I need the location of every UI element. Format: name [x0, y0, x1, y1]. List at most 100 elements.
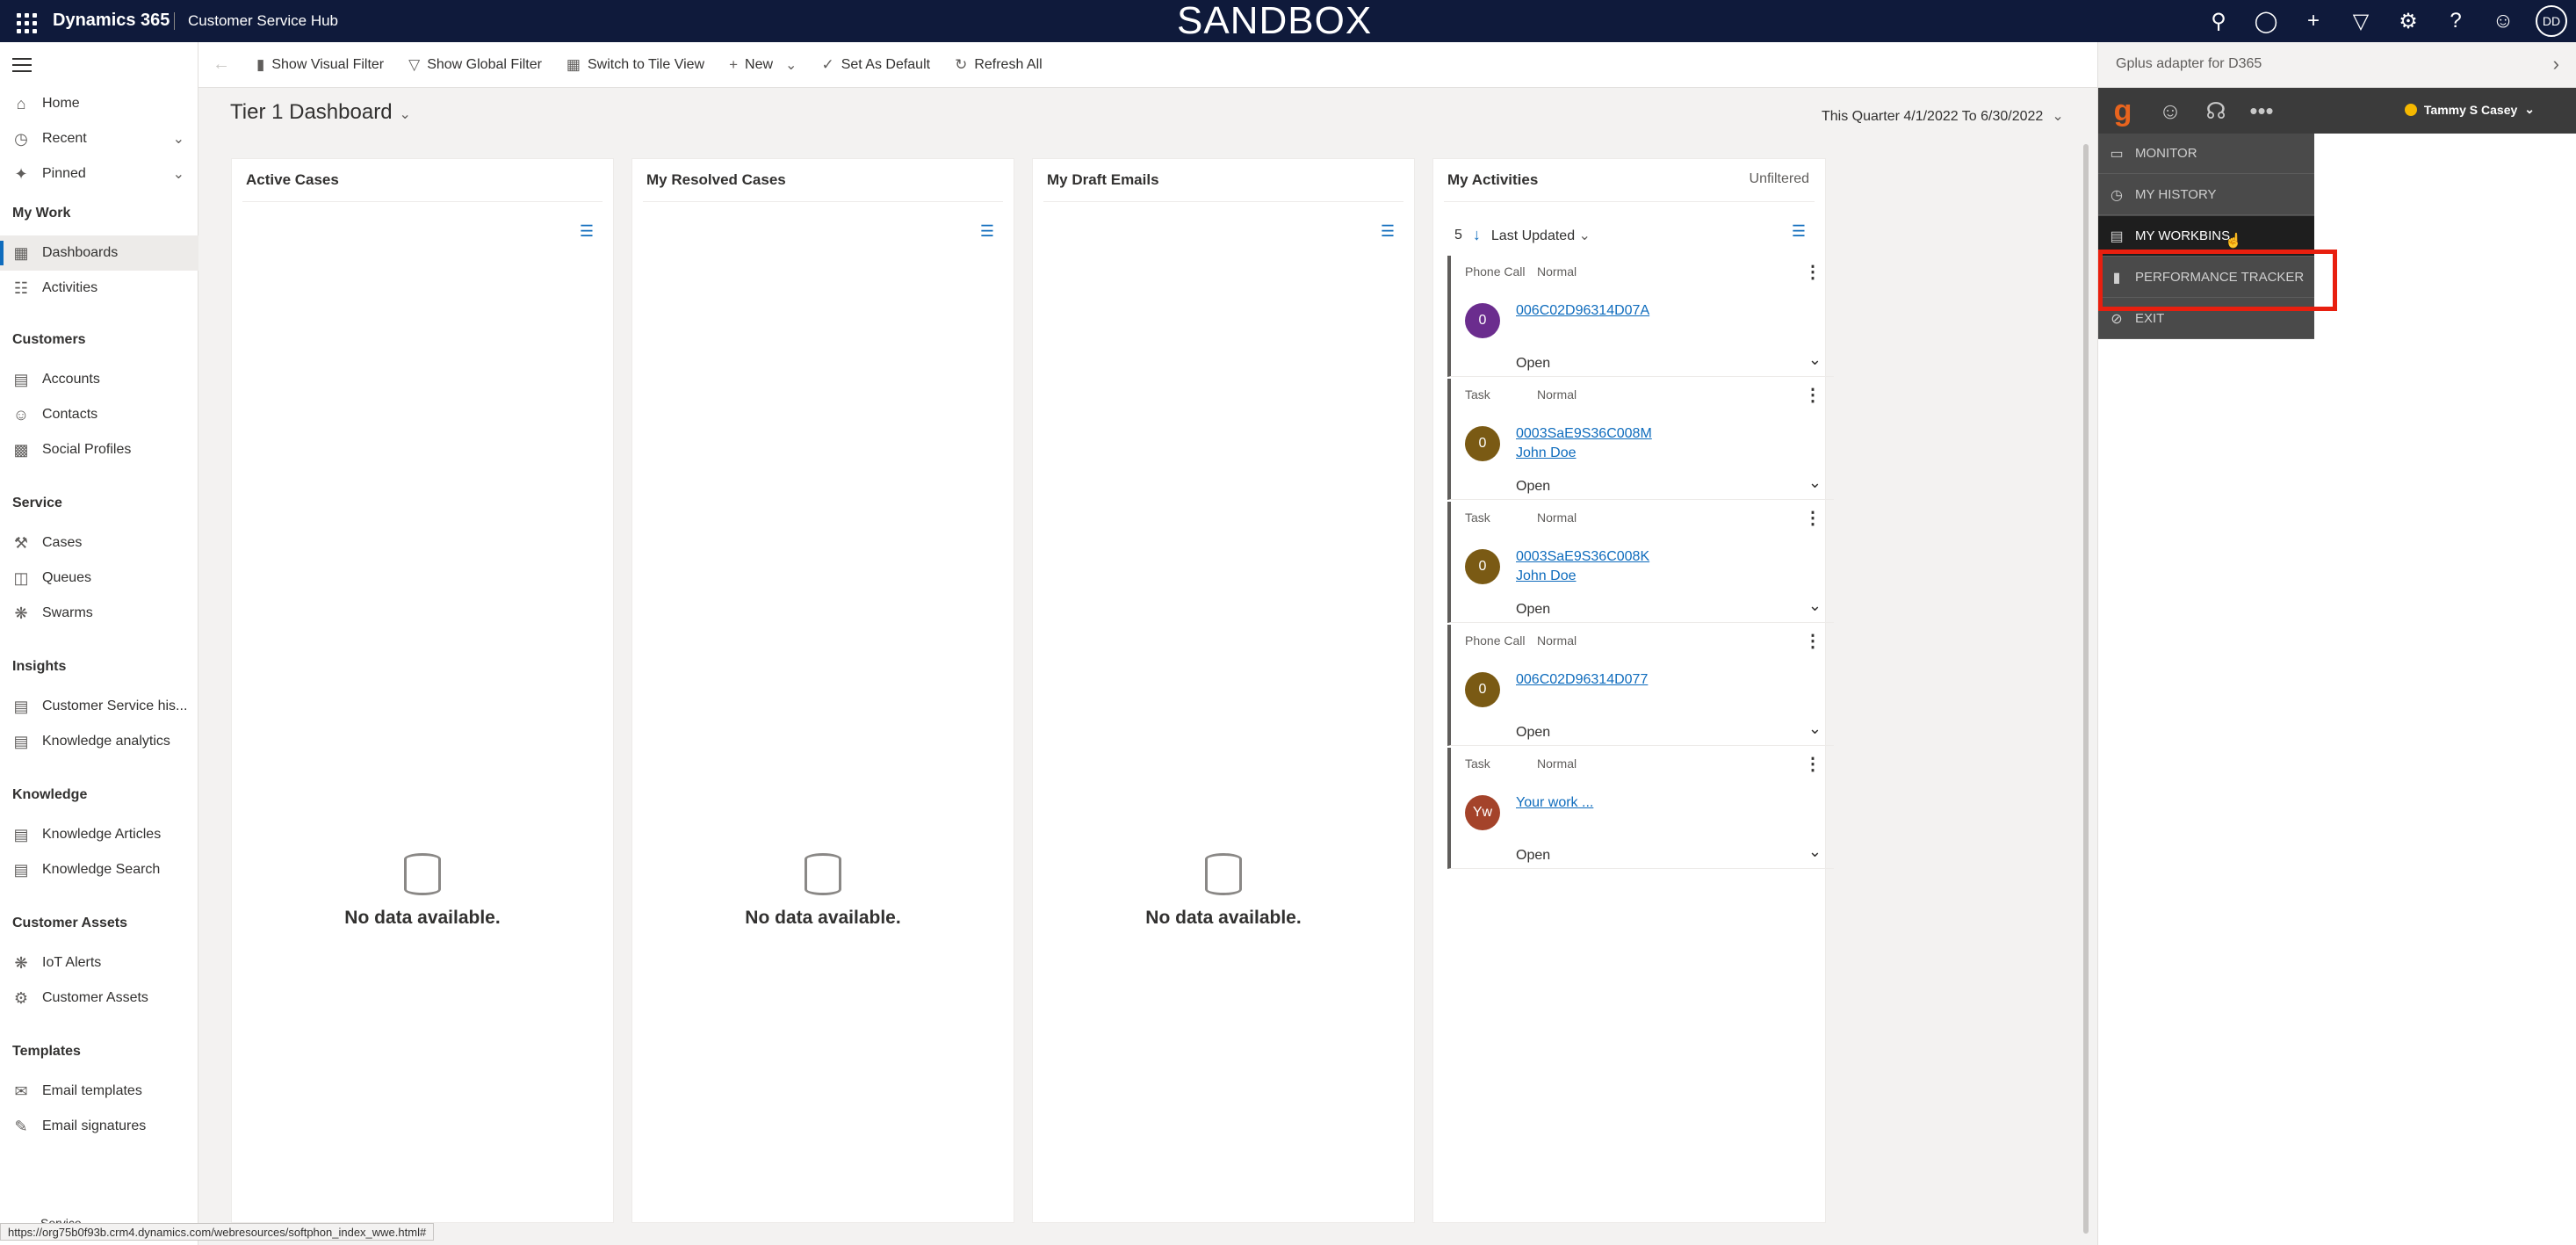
regarding-link[interactable]: John Doe — [1516, 568, 1577, 584]
nav-email-signatures[interactable]: ✎ Email signatures — [0, 1109, 198, 1144]
nav-cases[interactable]: ⚒ Cases — [0, 525, 198, 561]
app-launcher-icon[interactable] — [11, 7, 39, 35]
nav-knowledge-analytics[interactable]: ▤ Knowledge analytics — [0, 724, 198, 759]
nav-customer-assets[interactable]: ⚙ Customer Assets — [0, 981, 198, 1016]
nav-knowledge-search[interactable]: ▤ Knowledge Search — [0, 852, 198, 887]
menu-item-monitor[interactable]: ▭ MONITOR — [2098, 134, 2314, 174]
lightbulb-icon[interactable]: ◯ — [2242, 0, 2290, 42]
chevron-down-icon[interactable]: ⌄ — [2524, 102, 2535, 117]
refresh-all-button[interactable]: ↻ Refresh All — [942, 42, 1055, 88]
activity-subject-link[interactable]: 0003SaE9S36C008M — [1516, 426, 1652, 442]
nav-activities[interactable]: ☷ Activities — [0, 271, 198, 306]
filter-icon[interactable]: ▽ — [2337, 0, 2385, 42]
draft-emails-panel: My Draft Emails ☰ No data available. — [1032, 158, 1415, 1223]
view-selector-icon[interactable]: ☰ — [580, 222, 594, 241]
nav-swarms[interactable]: ❋ Swarms — [0, 596, 198, 631]
activity-avatar: 0 — [1465, 303, 1500, 338]
chevron-down-icon[interactable]: ⌄ — [1808, 843, 1822, 861]
activity-card[interactable]: Task Normal ⋮ 0 0003SaE9S36C008M John Doe Open… — [1447, 379, 1834, 500]
help-icon[interactable]: ? — [2432, 0, 2479, 42]
regarding-link[interactable]: John Doe — [1516, 445, 1577, 461]
nav-label: Dashboards — [42, 245, 119, 260]
nav-label: Email templates — [42, 1083, 142, 1098]
nav-dashboards[interactable]: ▦ Dashboards — [0, 235, 198, 271]
chevron-down-icon[interactable]: ⌄ — [173, 130, 184, 148]
exit-icon: ⊘ — [2111, 311, 2123, 327]
chevron-down-icon[interactable]: ⌄ — [785, 56, 797, 74]
nav-accounts[interactable]: ▤ Accounts — [0, 362, 198, 397]
nav-recent[interactable]: ◷ Recent ⌄ — [0, 121, 198, 156]
smiley-icon[interactable]: ☺ — [2479, 0, 2527, 42]
activity-card[interactable]: Phone Call Normal ⋮ 0 006C02D96314D077 Open ⌄ — [1447, 625, 1834, 746]
activity-status: Open — [1516, 848, 1551, 863]
more-options-icon[interactable]: ⋮ — [1804, 753, 1822, 775]
more-options-icon[interactable]: ⋮ — [1804, 507, 1822, 529]
group-customers: Customers — [12, 332, 86, 347]
nav-label: Knowledge Search — [42, 862, 161, 877]
activity-card[interactable]: Phone Call Normal ⋮ 0 006C02D96314D07A Open ⌄ — [1447, 256, 1834, 377]
activity-type: Task — [1465, 756, 1490, 771]
plus-icon[interactable]: + — [2290, 0, 2337, 42]
date-range-selector[interactable]: This Quarter 4/1/2022 To 6/30/2022 ⌄ — [1822, 107, 2064, 125]
chevron-down-icon[interactable]: ⌄ — [1808, 597, 1822, 615]
show-global-filter-button[interactable]: ▽ Show Global Filter — [396, 42, 554, 88]
view-selector-icon[interactable]: ☰ — [1381, 222, 1395, 241]
hub-name[interactable]: Customer Service Hub — [188, 12, 338, 30]
agent-status[interactable]: Tammy S Casey ⌄ — [2404, 102, 2535, 117]
sort-field-selector[interactable]: Last Updated ⌄ — [1491, 227, 1591, 244]
more-icon[interactable]: ••• — [2246, 97, 2277, 125]
team-icon[interactable]: ☺ — [2154, 97, 2186, 125]
back-arrow-icon[interactable]: ← — [198, 42, 244, 88]
nav-email-templates[interactable]: ✉ Email templates — [0, 1074, 198, 1109]
activity-subject-link[interactable]: 0003SaE9S36C008K — [1516, 549, 1649, 565]
activity-subject-link[interactable]: 006C02D96314D077 — [1516, 672, 1648, 688]
activity-subject-link[interactable]: 006C02D96314D07A — [1516, 303, 1649, 319]
headset-icon[interactable]: ☊ — [2200, 97, 2232, 125]
show-visual-filter-button[interactable]: ▮ Show Visual Filter — [244, 42, 396, 88]
set-default-button[interactable]: ✓ Set As Default — [809, 42, 942, 88]
monitor-icon: ▭ — [2110, 146, 2124, 162]
gplus-toolbar: g ☺ ☊ ••• Tammy S Casey ⌄ — [2098, 88, 2576, 134]
nav-social-profiles[interactable]: ▩ Social Profiles — [0, 432, 198, 467]
view-selector-icon[interactable]: ☰ — [1792, 222, 1806, 241]
chevron-down-icon[interactable]: ⌄ — [173, 165, 184, 183]
search-icon[interactable]: ⚲ — [2195, 0, 2242, 42]
chevron-down-icon[interactable]: ⌄ — [2052, 109, 2063, 124]
scrollbar[interactable] — [2083, 144, 2089, 1234]
genesys-logo-icon[interactable]: g — [2107, 94, 2139, 127]
nav-cs-historical[interactable]: ▤ Customer Service his... — [0, 689, 198, 724]
chevron-down-icon[interactable]: ⌄ — [1808, 351, 1822, 369]
switch-tile-view-button[interactable]: ▦ Switch to Tile View — [554, 42, 717, 88]
sort-direction-icon[interactable]: ↓ — [1473, 226, 1481, 244]
chevron-down-icon[interactable]: ⌄ — [1808, 474, 1822, 492]
hamburger-menu-icon[interactable] — [12, 58, 32, 76]
chevron-down-icon[interactable]: ⌄ — [1579, 228, 1591, 243]
chevron-down-icon[interactable]: ⌄ — [1808, 720, 1822, 738]
activity-card[interactable]: Task Normal ⋮ Yw Your work ... Open ⌄ — [1447, 748, 1834, 869]
group-templates: Templates — [12, 1044, 81, 1059]
user-avatar[interactable]: DD — [2536, 5, 2567, 37]
more-options-icon[interactable]: ⋮ — [1804, 261, 1822, 283]
panel-divider — [242, 201, 603, 202]
activity-priority: Normal — [1537, 756, 1577, 771]
nav-knowledge-articles[interactable]: ▤ Knowledge Articles — [0, 817, 198, 852]
nav-home[interactable]: ⌂ Home — [0, 86, 198, 121]
app-name[interactable]: Dynamics 365 — [53, 11, 170, 31]
dashboard-selector[interactable]: Tier 1 Dashboard ⌄ — [230, 100, 411, 125]
new-button[interactable]: + New ⌄ — [717, 42, 809, 88]
view-selector-icon[interactable]: ☰ — [980, 222, 994, 241]
nav-queues[interactable]: ◫ Queues — [0, 561, 198, 596]
activity-subject-link[interactable]: Your work ... — [1516, 795, 1593, 811]
nav-contacts[interactable]: ☺ Contacts — [0, 397, 198, 432]
more-options-icon[interactable]: ⋮ — [1804, 630, 1822, 652]
chevron-down-icon[interactable]: ⌄ — [400, 107, 411, 122]
empty-state: No data available. — [1033, 853, 1414, 929]
collapse-icon[interactable]: › — [2553, 53, 2559, 76]
resolved-cases-panel: My Resolved Cases ☰ No data available. — [631, 158, 1014, 1223]
menu-item-my-history[interactable]: ◷ MY HISTORY — [2098, 175, 2314, 215]
nav-pinned[interactable]: ✦ Pinned ⌄ — [0, 156, 198, 192]
more-options-icon[interactable]: ⋮ — [1804, 384, 1822, 406]
gear-icon[interactable]: ⚙ — [2385, 0, 2432, 42]
nav-iot-alerts[interactable]: ❋ IoT Alerts — [0, 945, 198, 981]
activity-card[interactable]: Task Normal ⋮ 0 0003SaE9S36C008K John Doe Open… — [1447, 502, 1834, 623]
